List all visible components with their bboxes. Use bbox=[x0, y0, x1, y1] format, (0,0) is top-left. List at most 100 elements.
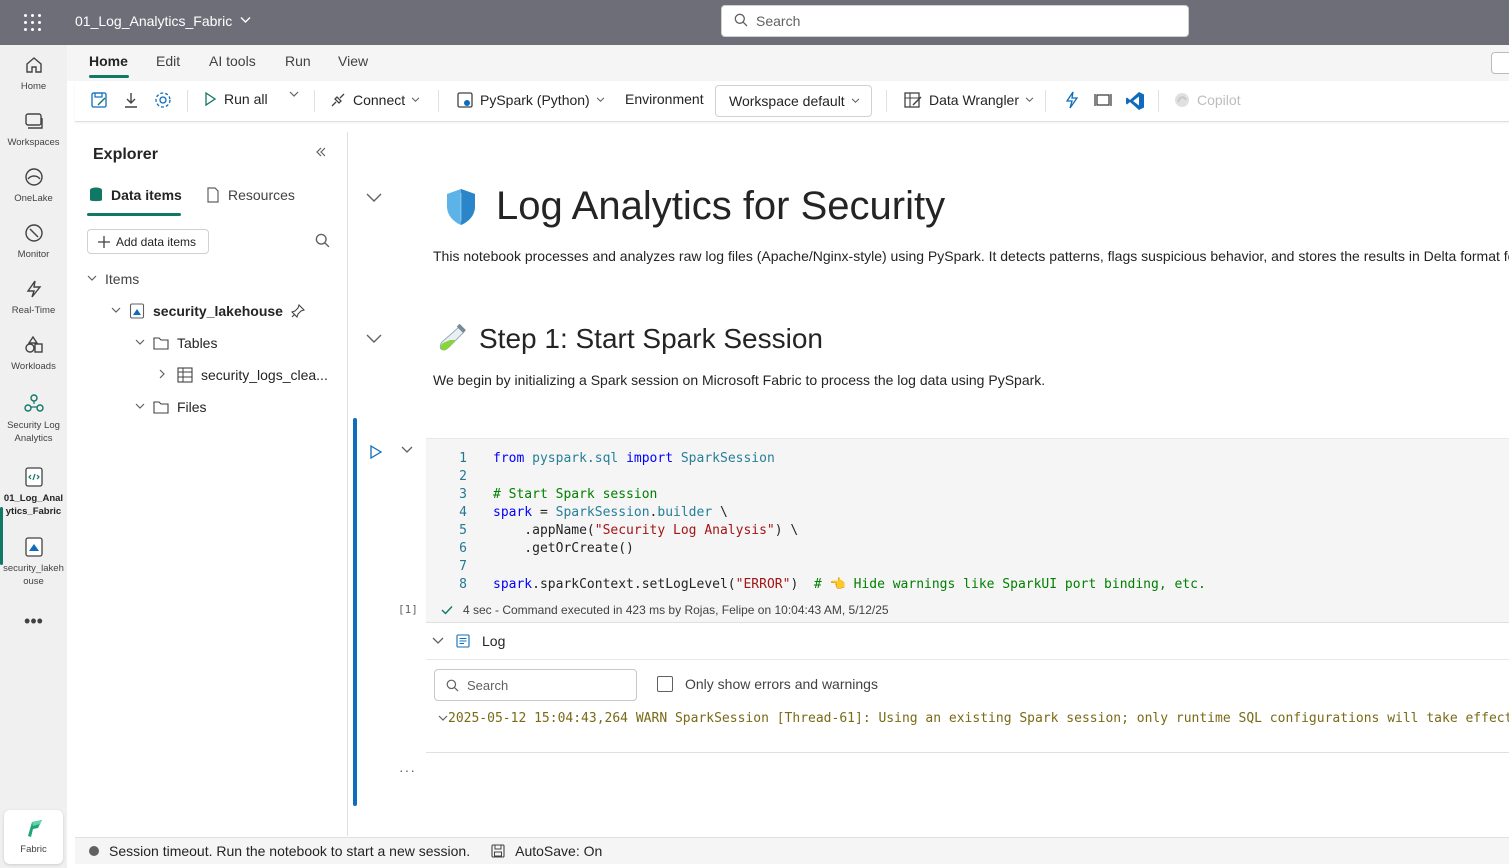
code-text: from pyspark.sql import SparkSession bbox=[493, 451, 775, 466]
notebook-heading-1: Log Analytics for Security bbox=[444, 184, 945, 229]
collapse-panel-icon[interactable] bbox=[315, 145, 327, 161]
spark-advisor-button[interactable] bbox=[1063, 91, 1081, 109]
database-icon bbox=[90, 187, 102, 202]
data-wrangler-icon bbox=[904, 92, 922, 108]
code-text: spark = SparkSession.builder \ bbox=[493, 505, 728, 520]
chevron-down-icon bbox=[240, 15, 251, 27]
lakehouse-icon bbox=[129, 303, 145, 319]
focus-mode-button[interactable] bbox=[1094, 91, 1112, 109]
rail-item-realtime[interactable]: Real-Time bbox=[0, 278, 67, 317]
code-line: 5 .appName("Security Log Analysis") \ bbox=[426, 523, 798, 541]
save-button[interactable] bbox=[90, 91, 108, 109]
log-header[interactable]: Log bbox=[432, 633, 505, 649]
cell-status: 4 sec - Command executed in 423 ms by Ro… bbox=[441, 603, 889, 617]
rail-item-workloads[interactable]: Workloads bbox=[0, 334, 67, 373]
explorer-search-icon[interactable] bbox=[315, 233, 330, 251]
fabric-switcher[interactable]: Fabric bbox=[4, 810, 63, 864]
tree-table-security-logs[interactable]: security_logs_clea... bbox=[159, 367, 328, 383]
more-icon[interactable]: ••• bbox=[0, 612, 67, 630]
tree-files-folder[interactable]: Files bbox=[135, 399, 207, 415]
run-options-dropdown[interactable] bbox=[289, 91, 299, 98]
connect-button[interactable]: Connect bbox=[329, 91, 420, 109]
step1-paragraph: We begin by initializing a Spark session… bbox=[433, 372, 1046, 388]
run-all-button[interactable]: Run all bbox=[202, 91, 268, 107]
rail-item-monitor[interactable]: Monitor bbox=[0, 222, 67, 261]
python-notebook-icon bbox=[457, 92, 473, 108]
chevron-down-icon bbox=[432, 637, 444, 644]
tab-data-items[interactable]: Data items bbox=[89, 187, 182, 203]
rail-label: Monitor bbox=[17, 249, 50, 260]
cell-collapse-button[interactable] bbox=[401, 443, 413, 457]
data-wrangler-button[interactable]: Data Wrangler bbox=[903, 91, 1034, 109]
heading-2-text: Step 1: Start Spark Session bbox=[479, 323, 823, 354]
download-button[interactable] bbox=[122, 91, 140, 109]
items-label: Items bbox=[105, 271, 140, 287]
toolbar-divider bbox=[187, 90, 188, 112]
only-errors-checkbox[interactable]: Only show errors and warnings bbox=[657, 676, 878, 692]
settings-button[interactable] bbox=[154, 91, 172, 109]
code-line: 3 # Start Spark session bbox=[426, 487, 657, 505]
tab-resources[interactable]: Resources bbox=[206, 187, 295, 203]
tab-home[interactable]: Home bbox=[89, 53, 128, 69]
global-search-input[interactable]: Search bbox=[721, 5, 1189, 37]
cell-more-options-icon[interactable]: ··· bbox=[399, 762, 416, 778]
open-in-vscode-button[interactable] bbox=[1125, 91, 1145, 111]
toolbar-divider bbox=[314, 90, 315, 112]
status-bar: Session timeout. Run the notebook to sta… bbox=[75, 837, 1509, 864]
global-search-placeholder: Search bbox=[756, 13, 801, 29]
play-icon bbox=[205, 91, 217, 107]
collapse-section-button[interactable] bbox=[366, 331, 382, 347]
tab-ai-tools[interactable]: AI tools bbox=[209, 53, 256, 69]
tree-items-group[interactable]: Items bbox=[87, 271, 139, 287]
workspace-default-label: Workspace default bbox=[729, 93, 845, 109]
environment-label: Environment bbox=[625, 91, 704, 107]
app-launcher-icon[interactable] bbox=[22, 12, 44, 34]
chevron-down-icon bbox=[596, 97, 605, 103]
tab-edit[interactable]: Edit bbox=[156, 53, 180, 69]
search-icon bbox=[446, 679, 459, 691]
checkbox-box[interactable] bbox=[657, 676, 673, 692]
fabric-logo-icon bbox=[27, 820, 42, 837]
rail-item-security-log-analytics[interactable]: Security Log Analytics bbox=[0, 393, 67, 445]
run-cell-button[interactable] bbox=[369, 444, 383, 463]
lightning-icon bbox=[1065, 91, 1079, 109]
line-number: 2 bbox=[459, 469, 467, 484]
rail-item-notebook[interactable]: 01_Log_Analytics_Fabric bbox=[0, 466, 67, 518]
notebook-title-dropdown[interactable]: 01_Log_Analytics_Fabric bbox=[75, 13, 251, 29]
chevron-down-icon bbox=[851, 96, 860, 106]
only-errors-label: Only show errors and warnings bbox=[685, 676, 878, 692]
test-tube-icon bbox=[439, 324, 466, 351]
rail-label: Workloads bbox=[11, 361, 56, 372]
tab-run[interactable]: Run bbox=[285, 53, 311, 69]
rail-item-home[interactable]: Home bbox=[0, 54, 67, 93]
chevron-down-icon bbox=[135, 402, 145, 413]
rail-label: 01_Log_Analytics_Fabric bbox=[3, 493, 64, 517]
notebook-icon bbox=[24, 467, 43, 487]
copilot-button[interactable]: Copilot bbox=[1173, 91, 1241, 109]
line-number: 3 bbox=[459, 487, 467, 502]
active-tab-indicator bbox=[87, 213, 181, 216]
rail-item-onelake[interactable]: OneLake bbox=[0, 166, 67, 205]
tree-tables-folder[interactable]: Tables bbox=[135, 335, 217, 351]
workspace-default-dropdown[interactable]: Workspace default bbox=[715, 85, 872, 117]
toolbar-divider bbox=[438, 90, 439, 112]
language-dropdown[interactable]: PySpark (Python) bbox=[456, 91, 605, 109]
log-search-input[interactable]: Search bbox=[434, 669, 637, 701]
code-cell-editor[interactable]: 1 from pyspark.sql import SparkSession 2… bbox=[426, 438, 1509, 622]
rail-item-lakehouse[interactable]: security_lakehouse bbox=[0, 536, 67, 588]
collapse-section-button[interactable] bbox=[366, 190, 382, 206]
tab-view[interactable]: View bbox=[338, 53, 368, 69]
files-label: Files bbox=[177, 399, 207, 415]
resources-label: Resources bbox=[228, 187, 295, 203]
tree-lakehouse[interactable]: security_lakehouse bbox=[111, 303, 305, 319]
toolbar-divider bbox=[1045, 90, 1046, 112]
pin-icon[interactable] bbox=[290, 304, 305, 318]
log-title: Log bbox=[482, 633, 506, 649]
rail-item-workspaces[interactable]: Workspaces bbox=[0, 110, 67, 149]
log-divider bbox=[426, 659, 1509, 660]
collapse-ribbon-button[interactable] bbox=[1491, 52, 1509, 74]
autosave-status[interactable]: AutoSave: On bbox=[515, 843, 602, 859]
add-data-items-button[interactable]: Add data items bbox=[87, 229, 209, 254]
chevron-down-icon[interactable] bbox=[438, 715, 448, 722]
toolbar-divider bbox=[1158, 90, 1159, 112]
